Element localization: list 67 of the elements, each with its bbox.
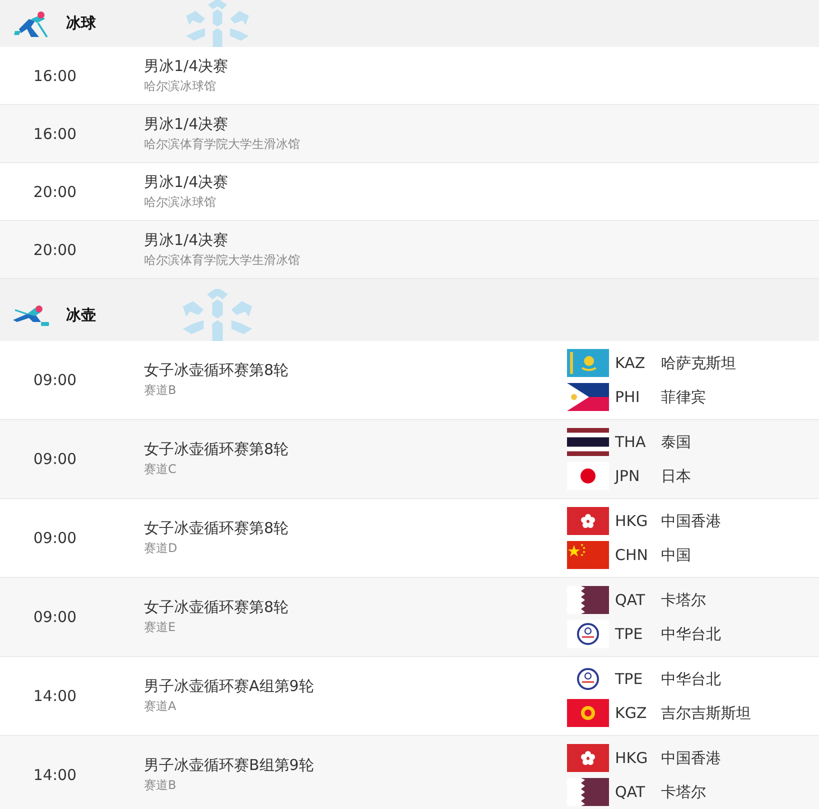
flag-icon bbox=[567, 507, 609, 535]
team-code: TPE bbox=[615, 625, 644, 643]
event-title: 男冰1/4决赛 bbox=[144, 172, 230, 192]
event-time: 14:00 bbox=[32, 766, 78, 784]
event-time: 16:00 bbox=[32, 66, 78, 84]
team-name: 中华台北 bbox=[661, 624, 721, 644]
flag-icon bbox=[567, 744, 609, 772]
flag-icon bbox=[567, 778, 609, 806]
team-name: 菲律宾 bbox=[661, 388, 706, 406]
event-venue: 哈尔滨体育学院大学生滑冰馆 bbox=[144, 136, 301, 152]
flag-icon bbox=[567, 586, 609, 614]
team-code: TPE bbox=[615, 670, 644, 688]
event-title: 女子冰壶循环赛第8轮 bbox=[144, 440, 290, 459]
flag-icon bbox=[567, 462, 609, 490]
flag-icon bbox=[567, 383, 609, 411]
team-code: THA bbox=[615, 433, 647, 451]
event-time: 09:00 bbox=[32, 529, 78, 547]
event-title: 男冰1/4决赛 bbox=[144, 114, 230, 134]
event-venue: 哈尔滨冰球馆 bbox=[144, 78, 217, 94]
event-venue: 赛道D bbox=[144, 540, 178, 557]
event-venue: 赛道A bbox=[144, 698, 178, 715]
event-venue: 赛道C bbox=[144, 461, 178, 478]
event-title: 女子冰壶循环赛第8轮 bbox=[144, 361, 290, 380]
team-code: QAT bbox=[615, 591, 646, 609]
flag-icon bbox=[567, 699, 609, 727]
event-time: 20:00 bbox=[32, 182, 78, 200]
flag-icon bbox=[567, 349, 609, 377]
event-venue: 哈尔滨冰球馆 bbox=[144, 194, 217, 210]
flag-icon bbox=[567, 541, 609, 569]
team-name: 哈萨克斯坦 bbox=[661, 354, 736, 372]
flag-icon bbox=[567, 428, 609, 456]
event-time: 20:00 bbox=[32, 240, 78, 258]
event-time: 16:00 bbox=[32, 124, 78, 142]
team-code: CHN bbox=[615, 546, 649, 564]
sport-title: 冰球 bbox=[66, 14, 96, 33]
event-time: 09:00 bbox=[32, 371, 78, 389]
event-title: 女子冰壶循环赛第8轮 bbox=[144, 598, 290, 617]
event-venue: 赛道B bbox=[144, 777, 178, 794]
event-venue: 哈尔滨体育学院大学生滑冰馆 bbox=[144, 252, 301, 268]
team-name: 中国香港 bbox=[661, 748, 721, 768]
event-venue: 赛道E bbox=[144, 619, 177, 636]
team-code: KGZ bbox=[615, 704, 648, 722]
team-name: 中华台北 bbox=[661, 670, 721, 688]
flag-icon bbox=[567, 620, 609, 648]
team-code: HKG bbox=[615, 749, 649, 767]
team-name: 中国 bbox=[661, 546, 691, 564]
event-title: 女子冰壶循环赛第8轮 bbox=[144, 519, 290, 538]
team-name: 中国香港 bbox=[661, 512, 721, 530]
event-title: 男子冰壶循环赛B组第9轮 bbox=[144, 756, 315, 775]
event-title: 男子冰壶循环赛A组第9轮 bbox=[144, 677, 315, 696]
event-title: 男冰1/4决赛 bbox=[144, 230, 230, 250]
team-code: KAZ bbox=[615, 354, 646, 372]
sport-title: 冰壶 bbox=[66, 306, 96, 324]
team-code: HKG bbox=[615, 512, 649, 530]
team-name: 泰国 bbox=[661, 432, 691, 452]
event-title: 男冰1/4决赛 bbox=[144, 56, 230, 76]
team-code: PHI bbox=[615, 388, 641, 406]
event-venue: 赛道B bbox=[144, 382, 178, 399]
team-name: 卡塔尔 bbox=[661, 590, 706, 610]
team-name: 日本 bbox=[661, 466, 691, 486]
team-name: 卡塔尔 bbox=[661, 782, 706, 802]
event-time: 09:00 bbox=[32, 608, 78, 626]
event-time: 14:00 bbox=[32, 687, 78, 705]
event-time: 09:00 bbox=[32, 450, 78, 468]
team-code: JPN bbox=[615, 467, 641, 485]
team-code: QAT bbox=[615, 783, 646, 801]
team-name: 吉尔吉斯斯坦 bbox=[661, 704, 751, 722]
